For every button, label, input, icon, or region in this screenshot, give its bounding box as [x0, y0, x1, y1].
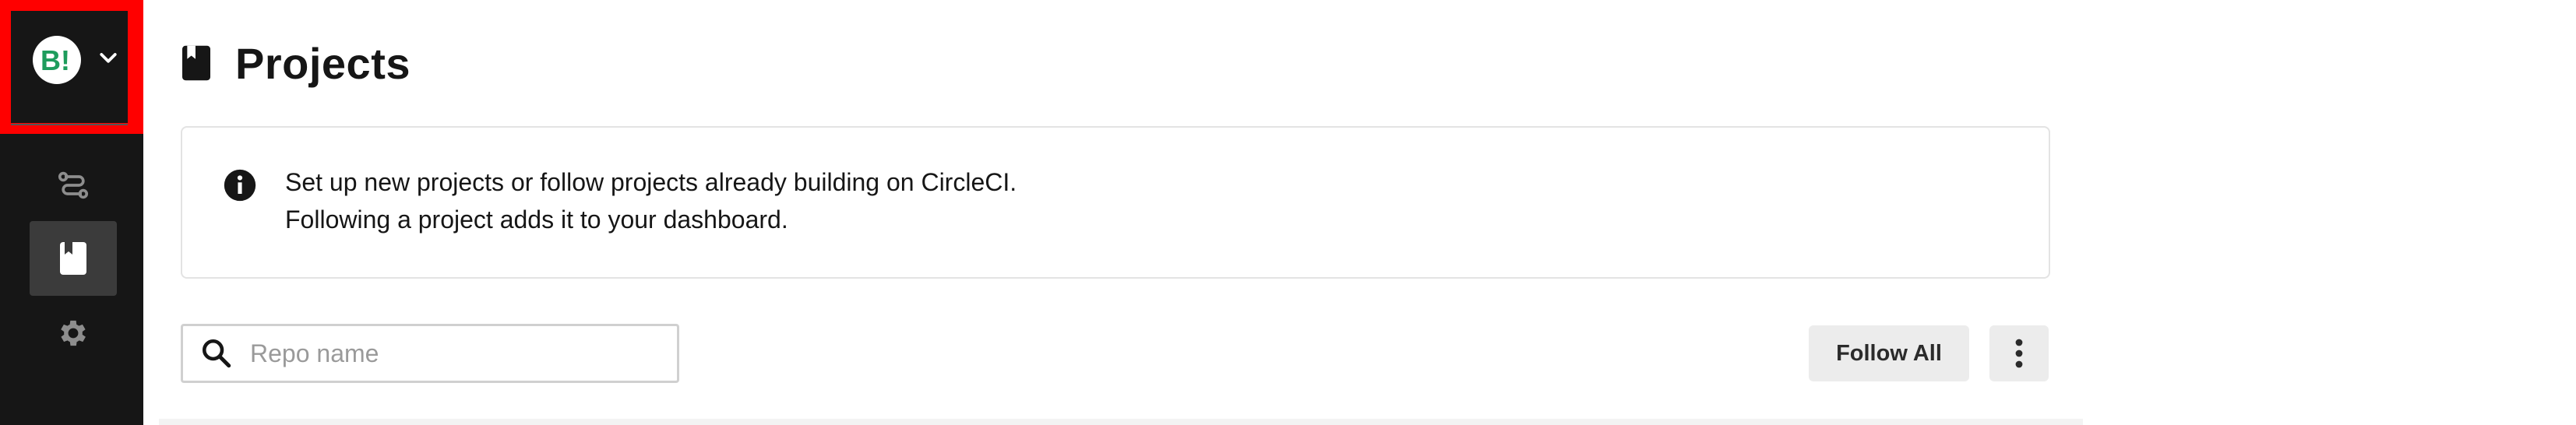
- repo-search-box[interactable]: [181, 324, 679, 383]
- org-switcher-divider: [11, 124, 128, 125]
- sidebar: B!: [0, 0, 143, 425]
- project-list-top-edge: [159, 419, 2083, 425]
- pipelines-icon: [58, 171, 89, 199]
- sidebar-item-pipelines[interactable]: [30, 148, 117, 223]
- repo-search-input[interactable]: [248, 338, 672, 369]
- org-avatar-text: B!: [41, 44, 70, 76]
- more-vertical-icon: [2015, 339, 2023, 368]
- info-icon: [224, 169, 256, 202]
- page-title: Projects: [235, 38, 411, 88]
- org-avatar: B!: [33, 36, 81, 84]
- page-header: Projects: [182, 36, 411, 90]
- info-text-line-1: Set up new projects or follow projects a…: [285, 168, 1017, 196]
- main-content: Projects Set up new projects or follow p…: [143, 0, 2576, 425]
- org-switcher[interactable]: B!: [0, 0, 143, 134]
- search-icon: [202, 339, 231, 368]
- projects-book-icon: [60, 242, 86, 275]
- info-banner: Set up new projects or follow projects a…: [181, 126, 2050, 279]
- org-avatar-logo: B!: [41, 44, 70, 76]
- info-text-line-2: Following a project adds it to your dash…: [285, 205, 788, 234]
- gear-icon: [61, 320, 86, 346]
- follow-all-button[interactable]: Follow All: [1809, 325, 1969, 381]
- more-options-button[interactable]: [1989, 325, 2049, 381]
- book-icon: [182, 45, 210, 81]
- sidebar-item-organization-settings[interactable]: [30, 296, 117, 371]
- sidebar-item-projects[interactable]: [30, 221, 117, 296]
- chevron-down-icon: [100, 53, 117, 63]
